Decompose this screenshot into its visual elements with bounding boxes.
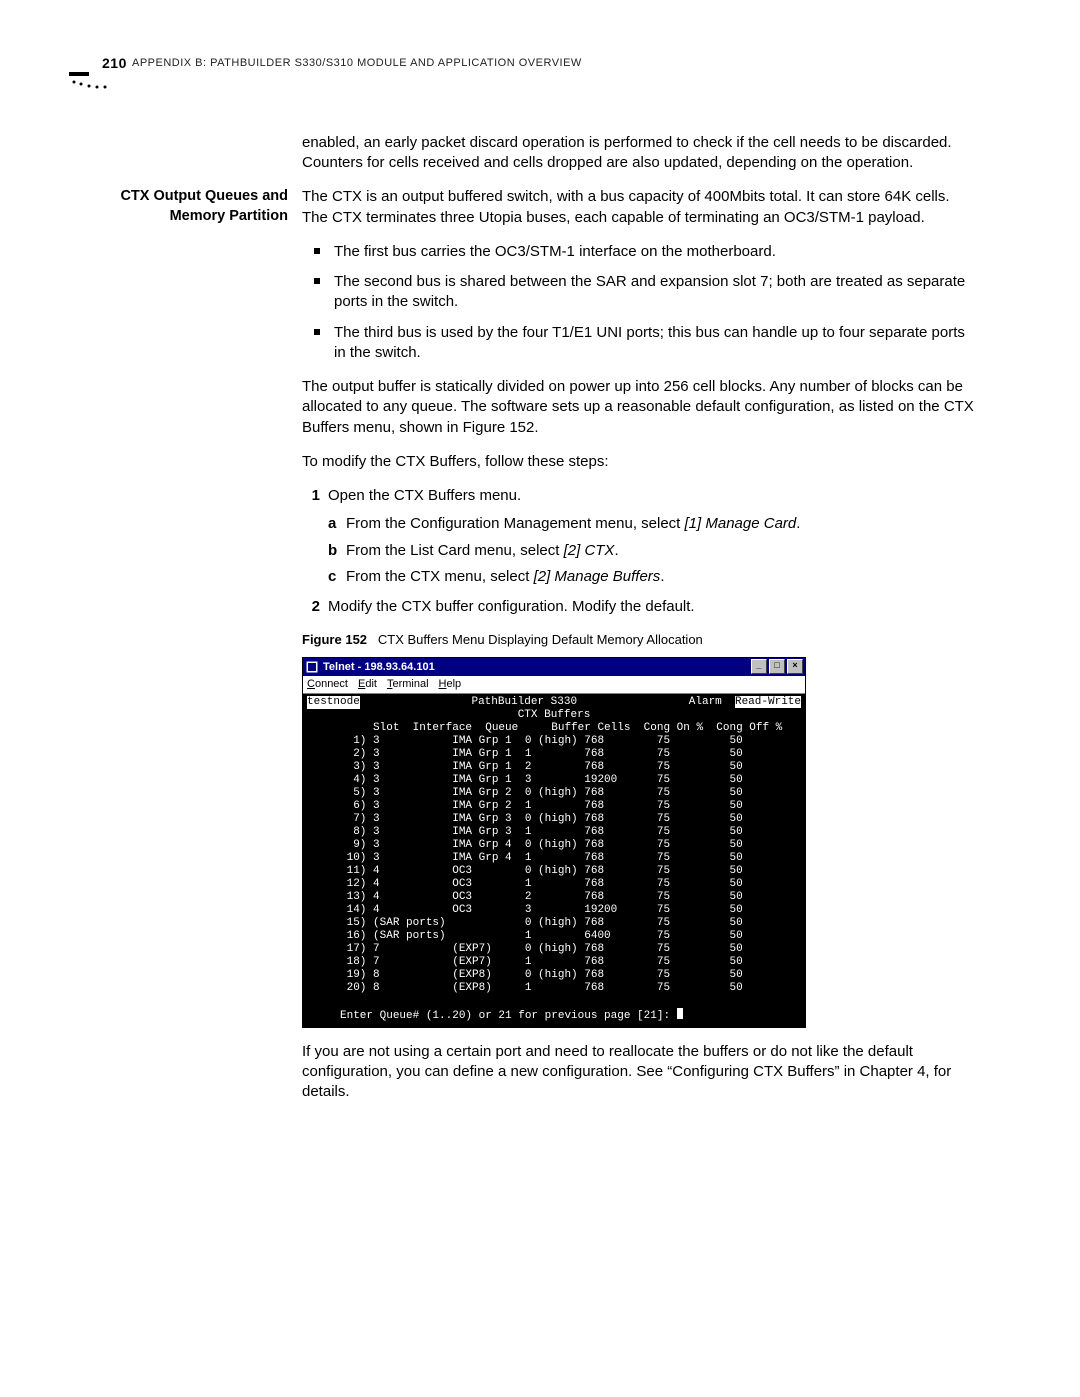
substep-text: From the Configuration Management menu, …	[346, 514, 978, 534]
step-number: 2	[302, 597, 328, 617]
step-1-subs: a From the Configuration Management menu…	[328, 514, 978, 587]
steps-intro: To modify the CTX Buffers, follow these …	[302, 452, 978, 472]
terminal-output[interactable]: testnodePathBuilder S330Alarm Read-Write…	[303, 694, 805, 1027]
titlebar[interactable]: Telnet - 198.93.64.101 _ □ ×	[303, 658, 805, 676]
figure-caption-text: CTX Buffers Menu Displaying Default Memo…	[378, 632, 703, 647]
page-header: 210 APPENDIX B: PATHBUILDER S330/S310 MO…	[102, 54, 978, 73]
menu-edit[interactable]: Edit	[358, 677, 377, 692]
step-2: 2 Modify the CTX buffer configuration. M…	[302, 597, 978, 617]
substep-label: a	[328, 514, 346, 534]
menu-connect[interactable]: Connect	[307, 677, 348, 692]
figure-caption: Figure 152 CTX Buffers Menu Displaying D…	[302, 631, 978, 649]
telnet-window: Telnet - 198.93.64.101 _ □ × Connect Edi…	[302, 657, 806, 1028]
side-heading-line2: Memory Partition	[170, 208, 288, 224]
substep-text: From the CTX menu, select [2] Manage Buf…	[346, 567, 978, 587]
step-text: Modify the CTX buffer configuration. Mod…	[328, 597, 978, 617]
menu-terminal[interactable]: Terminal	[387, 677, 429, 692]
substep-b: b From the List Card menu, select [2] CT…	[328, 541, 978, 561]
substep-c: c From the CTX menu, select [2] Manage B…	[328, 567, 978, 587]
page-number: 210	[102, 54, 132, 73]
section-side-heading: CTX Output Queues and Memory Partition	[102, 187, 302, 1116]
menu-help[interactable]: Help	[439, 677, 462, 692]
after-figure-paragraph: If you are not using a certain port and …	[302, 1042, 978, 1103]
decorative-dots-icon	[69, 72, 124, 97]
running-head: APPENDIX B: PATHBUILDER S330/S310 MODULE…	[132, 54, 582, 71]
intro-paragraph: enabled, an early packet discard operati…	[302, 133, 978, 174]
list-item: The second bus is shared between the SAR…	[320, 272, 978, 313]
maximize-button[interactable]: □	[769, 659, 785, 674]
close-button[interactable]: ×	[787, 659, 803, 674]
step-1: 1 Open the CTX Buffers menu.	[302, 486, 978, 506]
list-item: The first bus carries the OC3/STM-1 inte…	[320, 242, 978, 262]
step-number: 1	[302, 486, 328, 506]
substep-a: a From the Configuration Management menu…	[328, 514, 978, 534]
after-bullets-paragraph: The output buffer is statically divided …	[302, 377, 978, 438]
bus-list: The first bus carries the OC3/STM-1 inte…	[302, 242, 978, 363]
menubar[interactable]: Connect Edit Terminal Help	[303, 676, 805, 694]
side-heading-line1: CTX Output Queues and	[120, 188, 288, 204]
minimize-button[interactable]: _	[751, 659, 767, 674]
figure-label: Figure 152	[302, 632, 367, 647]
step-text: Open the CTX Buffers menu.	[328, 486, 978, 506]
app-icon	[305, 660, 319, 674]
substep-text: From the List Card menu, select [2] CTX.	[346, 541, 978, 561]
substep-label: c	[328, 567, 346, 587]
list-item: The third bus is used by the four T1/E1 …	[320, 323, 978, 364]
window-title: Telnet - 198.93.64.101	[323, 660, 751, 675]
substep-label: b	[328, 541, 346, 561]
section-lead: The CTX is an output buffered switch, wi…	[302, 187, 978, 228]
